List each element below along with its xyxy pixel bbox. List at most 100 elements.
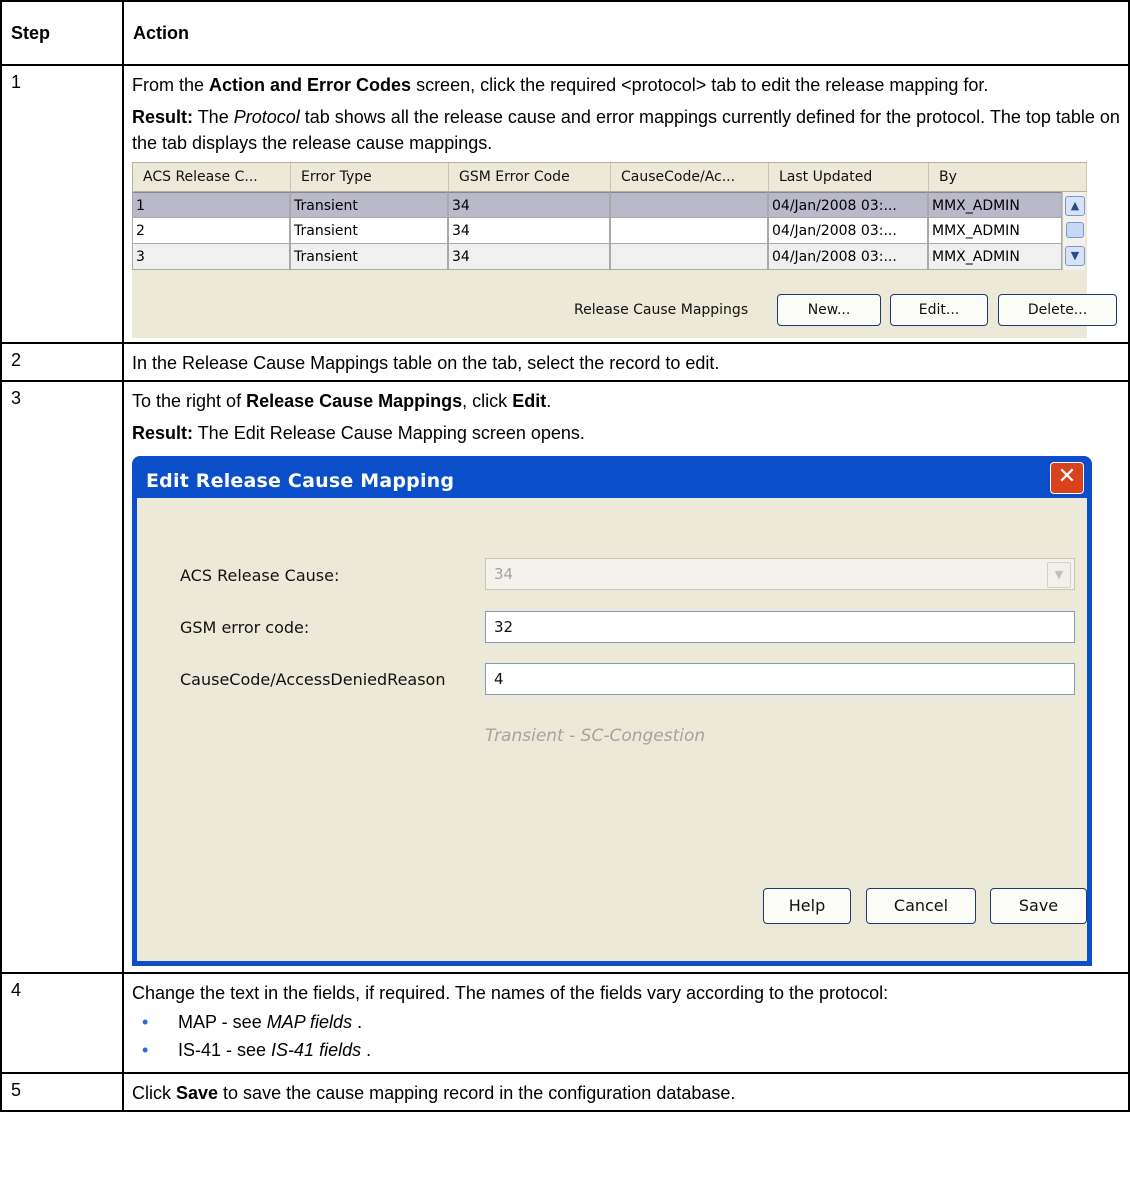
- gsm-error-code-label: GSM error code:: [180, 618, 310, 637]
- chevron-down-icon[interactable]: ▼: [1047, 562, 1071, 588]
- table-cell: Transient: [290, 244, 448, 270]
- text: MAP - see: [178, 1012, 267, 1032]
- dialog-body: ACS Release Cause: 34 ▼ GSM error code: …: [137, 498, 1087, 961]
- step-action: Change the text in the fields, if requir…: [122, 972, 1130, 1074]
- step1-result: Result: The Protocol tab shows all the r…: [132, 104, 1122, 156]
- table-cell: [610, 244, 768, 270]
- text: .: [352, 1012, 363, 1032]
- bullet-icon: •: [142, 1012, 149, 1032]
- text: IS-41 - see: [178, 1040, 272, 1060]
- help-button[interactable]: Help: [763, 888, 851, 924]
- button-name: Edit: [512, 391, 547, 411]
- table-cell: MMX_ADMIN: [928, 192, 1062, 218]
- list-item: • MAP - see MAP fields .: [132, 1008, 1122, 1036]
- step-action: In the Release Cause Mappings table on t…: [122, 342, 1130, 382]
- step-number: 5: [0, 1072, 124, 1112]
- table-cell: 34: [448, 244, 610, 270]
- cause-description: Transient - SC-Congestion: [485, 726, 706, 746]
- field-reference-list: • MAP - see MAP fields . • IS-41 - see IS-…: [132, 1008, 1122, 1064]
- cause-code-field[interactable]: 4: [485, 663, 1075, 695]
- step-number: 1: [0, 64, 124, 344]
- edit-button[interactable]: Edit...: [890, 294, 988, 326]
- new-button[interactable]: New...: [777, 294, 881, 326]
- step2-instruction: In the Release Cause Mappings table on t…: [132, 353, 720, 373]
- step-row-1: 1 From the Action and Error Codes screen…: [0, 64, 1130, 344]
- reference-link[interactable]: IS-41 fields: [271, 1040, 361, 1060]
- cancel-button[interactable]: Cancel: [866, 888, 976, 924]
- acs-release-cause-select[interactable]: 34 ▼: [485, 558, 1075, 590]
- table-cell: Transient: [290, 192, 448, 218]
- table-cell: [610, 218, 768, 244]
- screen-name: Action and Error Codes: [209, 75, 412, 95]
- step-row-5: 5 Click Save to save the cause mapping r…: [0, 1072, 1130, 1112]
- text: The: [193, 107, 234, 127]
- tab-name: Protocol: [233, 107, 300, 127]
- table-cell: 34: [448, 192, 610, 218]
- step-number: 3: [0, 380, 124, 974]
- scroll-thumb[interactable]: [1066, 222, 1084, 238]
- text: screen, click the required <protocol> ta…: [411, 75, 989, 95]
- close-icon[interactable]: ✕: [1050, 462, 1084, 494]
- result-label: Result:: [132, 423, 194, 443]
- action-header: Action: [122, 0, 1130, 66]
- table-cell: MMX_ADMIN: [928, 244, 1062, 270]
- acs-release-cause-label: ACS Release Cause:: [180, 566, 340, 585]
- section-name: Release Cause Mappings: [246, 391, 463, 411]
- table-cell: MMX_ADMIN: [928, 218, 1062, 244]
- step-header: Step: [0, 0, 124, 66]
- reference-link[interactable]: MAP fields: [267, 1012, 352, 1032]
- delete-button[interactable]: Delete...: [998, 294, 1117, 326]
- table-header-row: Step Action: [0, 0, 1130, 66]
- column-header[interactable]: GSM Error Code: [449, 163, 611, 191]
- column-header[interactable]: Error Type: [291, 163, 449, 191]
- step-number: 4: [0, 972, 124, 1074]
- text: to save the cause mapping record in the …: [218, 1083, 736, 1103]
- button-name: Save: [176, 1083, 219, 1103]
- column-header[interactable]: ACS Release C...: [133, 163, 291, 191]
- table-cell: 04/Jan/2008 03:...: [768, 218, 928, 244]
- scroll-up-icon[interactable]: ▲: [1065, 196, 1085, 216]
- table-cell: 1: [132, 192, 290, 218]
- table-cell: 2: [132, 218, 290, 244]
- step-action: From the Action and Error Codes screen, …: [122, 64, 1130, 344]
- table-row[interactable]: 2 Transient 34 04/Jan/2008 03:... MMX_AD…: [132, 218, 1062, 244]
- save-button[interactable]: Save: [990, 888, 1087, 924]
- bullet-icon: •: [142, 1040, 149, 1060]
- vertical-scrollbar[interactable]: ▲ ▼: [1062, 192, 1085, 270]
- scroll-down-icon[interactable]: ▼: [1065, 246, 1085, 266]
- table-cell: 04/Jan/2008 03:...: [768, 192, 928, 218]
- table-cell: Transient: [290, 218, 448, 244]
- release-cause-mappings-label: Release Cause Mappings: [574, 302, 749, 318]
- step-row-4: 4 Change the text in the fields, if requ…: [0, 972, 1130, 1074]
- text: The Edit Release Cause Mapping screen op…: [193, 423, 585, 443]
- list-item: • IS-41 - see IS-41 fields .: [132, 1036, 1122, 1064]
- dialog-title: Edit Release Cause Mapping: [146, 470, 455, 492]
- step1-instruction: From the Action and Error Codes screen, …: [132, 72, 1122, 98]
- selected-value: 34: [494, 565, 514, 583]
- step3-result: Result: The Edit Release Cause Mapping s…: [132, 420, 1122, 446]
- column-header[interactable]: By: [929, 163, 1087, 191]
- result-label: Result:: [132, 107, 194, 127]
- table-cell: [610, 192, 768, 218]
- text: , click: [462, 391, 513, 411]
- text: .: [361, 1040, 372, 1060]
- step-row-3: 3 To the right of Release Cause Mappings…: [0, 380, 1130, 974]
- table-row[interactable]: 3 Transient 34 04/Jan/2008 03:... MMX_AD…: [132, 244, 1062, 270]
- step4-instruction: Change the text in the fields, if requir…: [132, 983, 889, 1003]
- edit-release-cause-mapping-dialog: Edit Release Cause Mapping ✕ ACS Release…: [132, 456, 1092, 966]
- text: .: [546, 391, 552, 411]
- gsm-error-code-field[interactable]: 32: [485, 611, 1075, 643]
- text: Click: [132, 1083, 176, 1103]
- table-cell: 3: [132, 244, 290, 270]
- procedure-table: Step Action 1 From the Action and Error …: [0, 0, 1130, 1112]
- text: From the: [132, 75, 210, 95]
- column-header[interactable]: Last Updated: [769, 163, 929, 191]
- step3-instruction: To the right of Release Cause Mappings, …: [132, 388, 1122, 414]
- column-header[interactable]: CauseCode/Ac...: [611, 163, 769, 191]
- step5-instruction: Click Save to save the cause mapping rec…: [132, 1080, 1122, 1106]
- release-cause-table-screenshot: ACS Release C... Error Type GSM Error Co…: [132, 162, 1117, 338]
- table-cell: 04/Jan/2008 03:...: [768, 244, 928, 270]
- text: To the right of: [132, 391, 247, 411]
- table-row[interactable]: 1 Transient 34 04/Jan/2008 03:... MMX_AD…: [132, 192, 1062, 218]
- step-row-2: 2 In the Release Cause Mappings table on…: [0, 342, 1130, 382]
